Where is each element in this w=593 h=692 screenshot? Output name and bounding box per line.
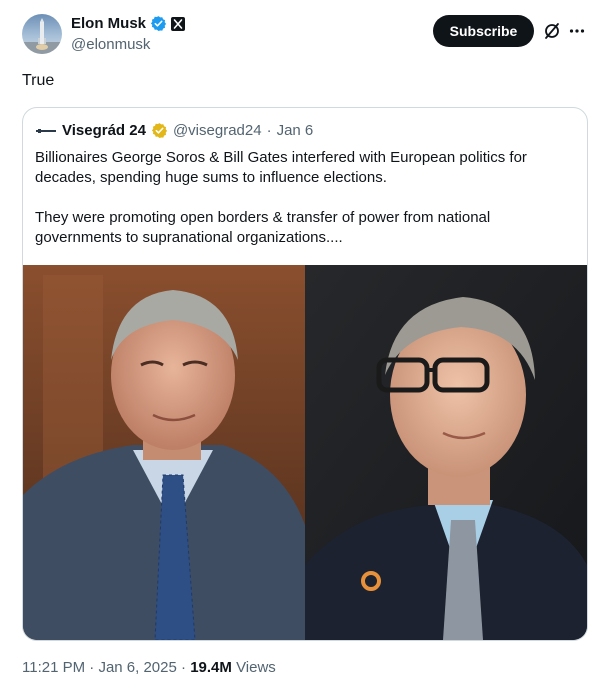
- quoted-date[interactable]: Jan 6: [277, 122, 314, 139]
- subscribe-button[interactable]: Subscribe: [433, 15, 534, 47]
- quoted-meta-separator: ·: [266, 122, 272, 139]
- post-time[interactable]: 11:21 PM: [22, 659, 85, 676]
- post-meta-separator: ·: [181, 659, 187, 676]
- author-avatar[interactable]: [22, 14, 62, 54]
- views-label: Views: [236, 659, 276, 676]
- quoted-body: Billionaires George Soros & Bill Gates i…: [35, 148, 575, 248]
- gold-verified-badge-icon: [151, 123, 168, 138]
- quoted-paragraph-2: They were promoting open borders & trans…: [35, 209, 491, 246]
- quoted-post[interactable]: Visegrád 24 @visegrad24 · Jan 6 Billiona…: [22, 107, 588, 641]
- quoted-post-header: Visegrád 24 @visegrad24 · Jan 6: [35, 122, 313, 139]
- author-name: Elon Musk: [71, 15, 147, 32]
- quoted-author-name[interactable]: Visegrád 24: [62, 122, 146, 139]
- more-icon[interactable]: [569, 22, 585, 40]
- grok-icon[interactable]: [543, 22, 561, 40]
- quoted-author-handle[interactable]: @visegrad24: [173, 122, 262, 139]
- rocket-photo: [22, 18, 62, 54]
- author-name-row[interactable]: Elon Musk: [71, 15, 186, 32]
- tweet-text: True: [22, 72, 55, 89]
- quoted-photo[interactable]: [23, 265, 587, 640]
- author-handle[interactable]: @elonmusk: [71, 36, 150, 53]
- quoted-paragraph-1: Billionaires George Soros & Bill Gates i…: [35, 149, 527, 186]
- x-affiliate-icon: [171, 16, 186, 31]
- verified-badge-icon: [150, 16, 167, 31]
- post-meta-separator: ·: [89, 659, 95, 676]
- quoted-avatar-icon[interactable]: [35, 125, 57, 137]
- post-date[interactable]: Jan 6, 2025: [98, 659, 176, 676]
- view-count[interactable]: 19.4M: [190, 659, 232, 676]
- post-timestamp-row: 11:21 PM · Jan 6, 2025 · 19.4M Views: [22, 659, 276, 676]
